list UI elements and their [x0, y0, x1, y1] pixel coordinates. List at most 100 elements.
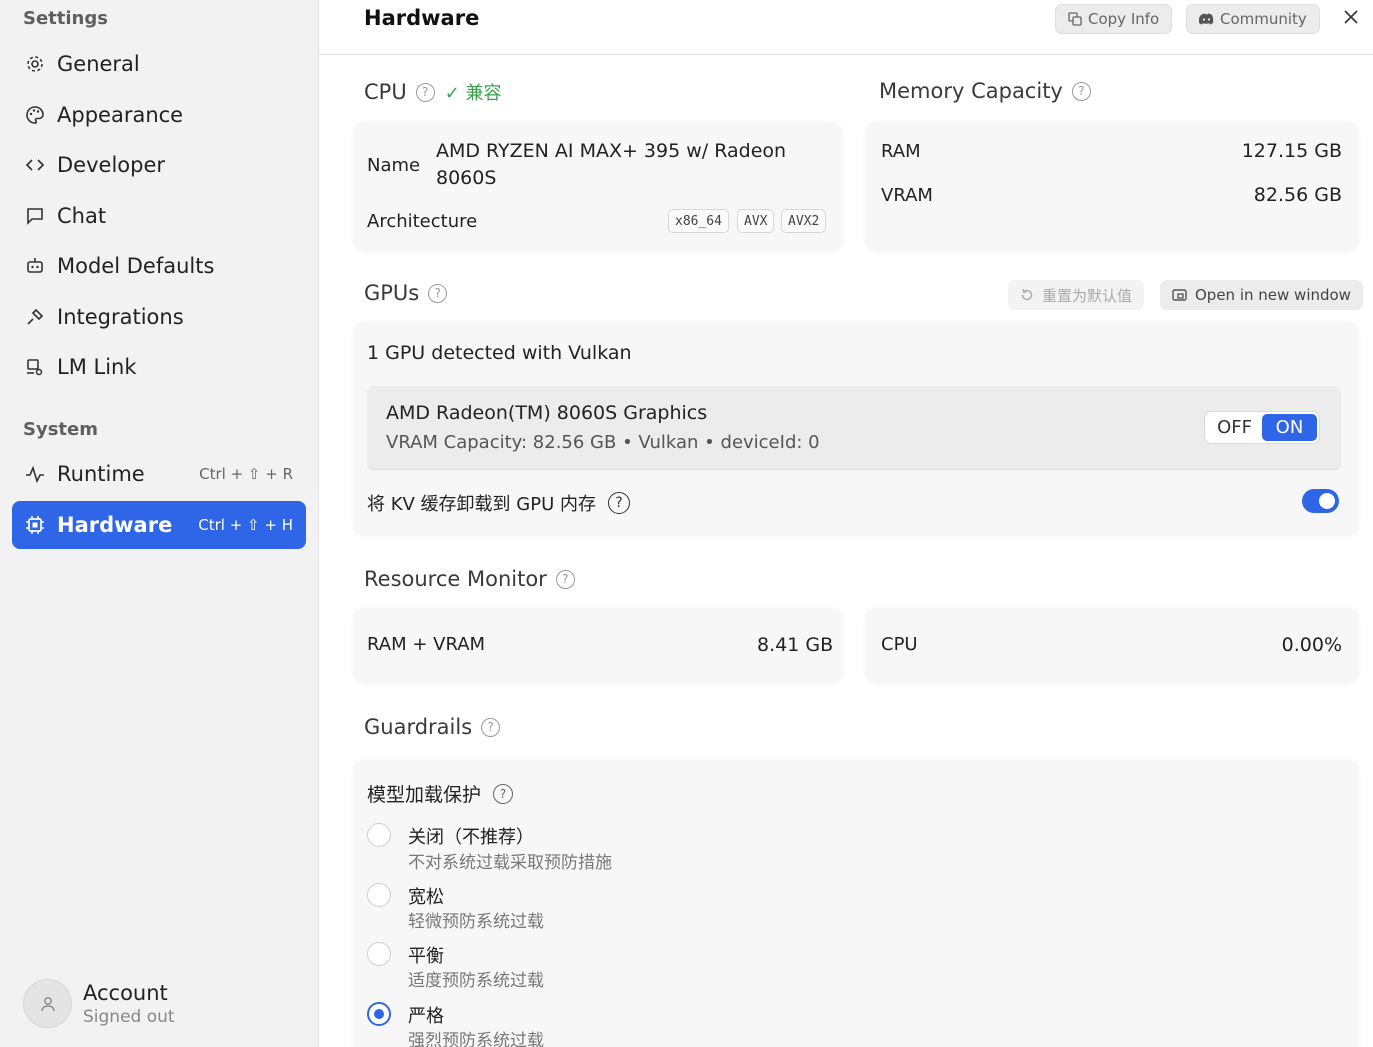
open-new-window-label: Open in new window	[1195, 286, 1351, 304]
sidebar-item-label: Appearance	[57, 103, 184, 127]
copy-info-button[interactable]: Copy Info	[1055, 4, 1173, 34]
memory-section-title: Memory Capacity ?	[879, 79, 1091, 103]
gpu-detected-text: 1 GPU detected with Vulkan	[367, 342, 632, 364]
guardrails-subtitle-row: 模型加载保护 ?	[367, 780, 514, 807]
close-icon[interactable]	[1340, 6, 1362, 28]
avatar	[23, 979, 72, 1028]
reset-icon	[1020, 288, 1034, 302]
help-icon[interactable]: ?	[428, 283, 448, 303]
window-icon	[1172, 288, 1187, 302]
gear-icon	[24, 53, 46, 75]
ram-label: RAM	[881, 141, 921, 162]
chat-bubble-icon	[24, 205, 46, 227]
kv-offload-row: 将 KV 缓存卸载到 GPU 内存 ?	[367, 490, 630, 516]
vram-value: 82.56 GB	[1253, 184, 1342, 206]
help-icon[interactable]: ?	[555, 569, 575, 589]
guardrail-option-title: 平衡	[408, 946, 444, 967]
help-icon[interactable]: ?	[493, 783, 514, 804]
open-new-window-button[interactable]: Open in new window	[1160, 280, 1363, 310]
guardrail-option-desc: 强烈预防系统过载	[408, 1031, 544, 1047]
system-heading: System	[23, 419, 98, 440]
sidebar-item-label: Runtime	[57, 462, 145, 486]
activity-icon	[24, 463, 46, 485]
gpus-section-title: GPUs ?	[364, 281, 448, 305]
robot-icon	[24, 255, 46, 277]
toggle-off-option[interactable]: OFF	[1207, 414, 1262, 441]
link-device-icon	[24, 356, 46, 378]
vram-label: VRAM	[881, 185, 933, 206]
sidebar-item-general[interactable]: General	[12, 40, 306, 88]
resource-monitor-title: Resource Monitor ?	[364, 567, 575, 591]
compat-badge: ✓ 兼容	[444, 83, 502, 104]
sidebar-item-model-defaults[interactable]: Model Defaults	[12, 242, 306, 290]
sidebar-item-label: Integrations	[57, 305, 184, 329]
cpu-name-line1: AMD RYZEN AI MAX+ 395 w/ Radeon	[436, 140, 787, 162]
help-icon[interactable]: ?	[607, 492, 630, 514]
cpu-section-title: CPU ? ✓ 兼容	[364, 79, 502, 105]
guardrail-option-desc: 不对系统过载采取预防措施	[408, 853, 612, 873]
user-icon	[40, 996, 55, 1011]
guardrail-option-title: 关闭（不推荐）	[408, 827, 534, 848]
toggle-on-option[interactable]: ON	[1262, 414, 1317, 441]
sidebar-item-label: Developer	[57, 153, 166, 177]
sidebar-item-label: Model Defaults	[57, 254, 215, 278]
memory-title: Memory Capacity	[879, 79, 1063, 103]
gpu-device-info: VRAM Capacity: 82.56 GB • Vulkan • devic…	[386, 432, 820, 453]
guardrail-option-desc: 轻微预防系统过载	[408, 912, 544, 932]
palette-icon	[24, 104, 46, 126]
sidebar-item-label: Chat	[57, 204, 107, 228]
arch-tag: x86_64	[668, 209, 729, 233]
gpus-title: GPUs	[364, 281, 420, 305]
page-title: Hardware	[364, 6, 480, 30]
sidebar-item-label: General	[57, 52, 140, 76]
sidebar-item-appearance[interactable]: Appearance	[12, 91, 306, 139]
sidebar-item-label: Hardware	[57, 513, 173, 537]
kv-offload-label: 将 KV 缓存卸载到 GPU 内存	[367, 494, 596, 515]
cpu-name-label: Name	[367, 155, 421, 176]
sidebar-item-chat[interactable]: Chat	[12, 192, 306, 240]
reset-defaults-label: 重置为默认值	[1042, 286, 1133, 305]
cpu-name-line2: 8060S	[436, 167, 497, 189]
account-name: Account	[83, 980, 168, 1005]
radio-guardrail-strict[interactable]	[367, 1002, 391, 1026]
sidebar-item-integrations[interactable]: Integrations	[12, 293, 306, 341]
sidebar-item-hardware[interactable]: Hardware Ctrl + ⇧ + H	[12, 501, 306, 549]
arch-tag: AVX	[737, 209, 775, 233]
kv-offload-switch[interactable]	[1302, 489, 1339, 513]
settings-heading: Settings	[23, 8, 108, 29]
resource-monitor-label: Resource Monitor	[364, 567, 547, 591]
sidebar-item-lm-link[interactable]: LM Link	[12, 343, 306, 391]
community-button[interactable]: Community	[1186, 4, 1320, 34]
ram-vram-value: 8.41 GB	[757, 634, 834, 656]
switch-knob	[1319, 493, 1335, 509]
guardrail-option-title: 严格	[408, 1006, 444, 1027]
help-icon[interactable]: ?	[1071, 81, 1091, 101]
sidebar-item-label: LM Link	[57, 355, 137, 379]
cpu-usage-value: 0.00%	[1281, 634, 1342, 656]
gpu-device-name: AMD Radeon(TM) 8060S Graphics	[386, 402, 708, 424]
reset-defaults-button[interactable]: 重置为默认值	[1008, 280, 1145, 310]
radio-guardrail-balanced[interactable]	[367, 942, 391, 966]
gpu-device-row	[367, 386, 1341, 470]
guardrails-subtitle: 模型加载保护	[367, 784, 482, 806]
shortcut-hint: Ctrl + ⇧ + H	[198, 516, 293, 534]
radio-guardrail-off[interactable]	[367, 823, 391, 847]
arch-tag: AVX2	[781, 209, 827, 233]
help-icon[interactable]: ?	[415, 82, 435, 102]
chip-icon	[24, 514, 46, 536]
sidebar-item-developer[interactable]: Developer	[12, 141, 306, 189]
guardrail-option-title: 宽松	[408, 887, 444, 908]
gpu-enable-toggle[interactable]: OFF ON	[1204, 411, 1320, 444]
radio-guardrail-relaxed[interactable]	[367, 883, 391, 907]
sidebar-item-runtime[interactable]: Runtime Ctrl + ⇧ + R	[12, 450, 306, 498]
account-button[interactable]: Account Signed out	[23, 979, 175, 1028]
cpu-title: CPU	[364, 80, 407, 104]
help-icon[interactable]: ?	[481, 717, 501, 737]
code-icon	[24, 154, 46, 176]
copy-info-label: Copy Info	[1088, 10, 1160, 28]
plug-icon	[24, 306, 46, 328]
discord-icon	[1199, 13, 1214, 25]
copy-icon	[1068, 12, 1082, 26]
ram-vram-label: RAM + VRAM	[367, 634, 486, 655]
account-status: Signed out	[83, 1006, 175, 1027]
